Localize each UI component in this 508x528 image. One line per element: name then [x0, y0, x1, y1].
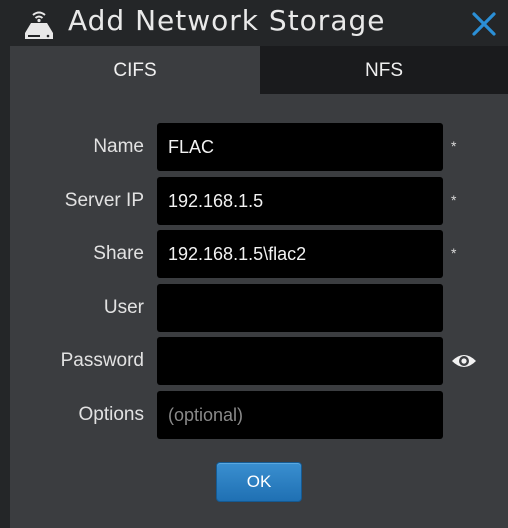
name-required-mark: *	[451, 138, 457, 154]
share-required-mark: *	[451, 245, 457, 261]
tab-cifs[interactable]: CIFS	[10, 46, 260, 94]
options-label: Options	[78, 404, 144, 425]
options-field[interactable]: (optional)	[157, 391, 443, 439]
share-label: Share	[93, 243, 144, 264]
close-icon[interactable]	[470, 10, 498, 38]
user-field[interactable]	[157, 284, 443, 332]
nas-icon	[25, 11, 53, 39]
user-label: User	[103, 297, 144, 318]
share-field[interactable]: 192.168.1.5\flac2	[157, 230, 443, 278]
server-ip-label: Server IP	[64, 190, 144, 211]
title-bar: Add Network Storage	[0, 0, 508, 46]
tab-nfs[interactable]: NFS	[260, 46, 508, 94]
dialog-title: Add Network Storage	[68, 4, 386, 37]
ok-button[interactable]: OK	[216, 462, 302, 502]
eye-icon[interactable]	[451, 351, 477, 371]
server-ip-field[interactable]: 192.168.1.5	[157, 177, 443, 225]
server-ip-required-mark: *	[451, 192, 457, 208]
password-label: Password	[60, 350, 144, 371]
name-field[interactable]: FLAC	[157, 123, 443, 171]
password-field[interactable]	[157, 337, 443, 385]
name-label: Name	[93, 136, 144, 157]
